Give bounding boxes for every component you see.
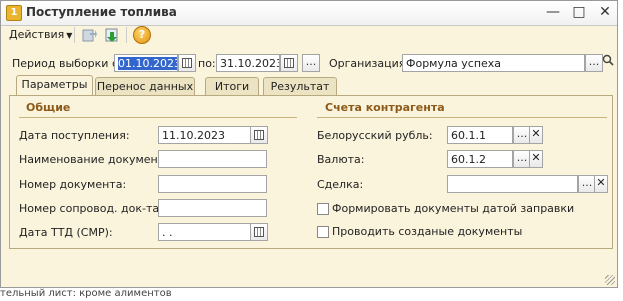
window-title: Поступление топлива bbox=[26, 5, 177, 19]
calendar-icon[interactable] bbox=[280, 54, 298, 72]
calendar-icon[interactable] bbox=[250, 126, 268, 144]
section-divider bbox=[317, 117, 607, 118]
org-field[interactable]: Формула успеха bbox=[402, 54, 585, 72]
section-accounts-title: Счета контрагента bbox=[325, 101, 445, 114]
calendar-icon[interactable] bbox=[178, 54, 196, 72]
close-icon[interactable]: ✕ bbox=[595, 2, 615, 22]
currency-label: Валюта: bbox=[317, 153, 365, 166]
fill-icon[interactable] bbox=[81, 27, 97, 43]
fuel-date-checkbox[interactable] bbox=[317, 203, 329, 215]
period-to-field[interactable]: 31.10.2023 bbox=[216, 54, 280, 72]
resize-grip[interactable] bbox=[605, 275, 615, 285]
doc-number-label: Номер документа: bbox=[19, 178, 127, 191]
help-icon[interactable]: ? bbox=[133, 26, 151, 44]
accomp-doc-field[interactable] bbox=[158, 199, 267, 217]
period-from-field[interactable]: 01.10.2023 bbox=[114, 54, 178, 72]
clear-icon[interactable]: ✕ bbox=[594, 175, 608, 193]
deal-field[interactable] bbox=[447, 175, 578, 193]
ttd-date-label: Дата ТТД (СМР): bbox=[19, 226, 113, 239]
byn-label: Белорусский рубль: bbox=[317, 129, 433, 142]
app-icon: 1 bbox=[6, 5, 22, 21]
actions-menu[interactable]: Действия ▼ bbox=[9, 28, 72, 41]
tab-totals[interactable]: Итоги bbox=[205, 77, 259, 95]
to-label: по: bbox=[198, 57, 216, 70]
section-divider bbox=[19, 117, 297, 118]
tab-parameters[interactable]: Параметры bbox=[16, 75, 93, 96]
toolbar: Действия ▼ ? bbox=[1, 25, 617, 45]
tab-result[interactable]: Результат bbox=[263, 77, 337, 95]
currency-account-field[interactable]: 60.1.2 bbox=[447, 150, 513, 168]
post-documents-checkbox[interactable] bbox=[317, 226, 329, 238]
dialog-window: 1 Поступление топлива — □ ✕ Действия ▼ ? … bbox=[0, 0, 618, 288]
doc-number-field[interactable] bbox=[158, 175, 267, 193]
chevron-down-icon: ▼ bbox=[66, 31, 73, 40]
tab-data-transfer[interactable]: Перенос данных bbox=[95, 77, 195, 95]
toolbar-divider bbox=[74, 27, 75, 43]
ttd-date-field[interactable]: . . bbox=[158, 223, 251, 241]
maximize-icon[interactable]: □ bbox=[569, 2, 589, 22]
org-label: Организация: bbox=[329, 57, 410, 70]
receipt-date-field[interactable]: 11.10.2023 bbox=[158, 126, 251, 144]
clear-icon[interactable]: ✕ bbox=[529, 126, 543, 144]
period-label: Период выборки с: bbox=[12, 57, 122, 70]
actions-label: Действия bbox=[9, 28, 65, 41]
calendar-icon[interactable] bbox=[250, 223, 268, 241]
doc-name-field[interactable] bbox=[158, 150, 267, 168]
toolbar-divider bbox=[126, 27, 127, 43]
fuel-date-checkbox-label: Формировать документы датой заправки bbox=[332, 202, 575, 215]
minimize-icon[interactable]: — bbox=[543, 2, 563, 22]
post-documents-checkbox-label: Проводить созданые документы bbox=[332, 225, 523, 238]
accomp-doc-label: Номер сопровод. док-та: bbox=[19, 202, 163, 215]
period-select-button[interactable]: ... bbox=[302, 54, 320, 72]
byn-account-field[interactable]: 60.1.1 bbox=[447, 126, 513, 144]
clear-icon[interactable]: ✕ bbox=[529, 150, 543, 168]
search-icon[interactable] bbox=[601, 54, 615, 72]
doc-name-label: Наименование документа: bbox=[19, 153, 175, 166]
background-text: тельный лист: кроме алиментов bbox=[0, 288, 172, 299]
section-general-title: Общие bbox=[26, 101, 71, 114]
import-icon[interactable] bbox=[104, 27, 120, 43]
receipt-date-label: Дата поступления: bbox=[19, 129, 130, 142]
title-bar: 1 Поступление топлива — □ ✕ bbox=[1, 1, 617, 26]
deal-label: Сделка: bbox=[317, 178, 364, 191]
